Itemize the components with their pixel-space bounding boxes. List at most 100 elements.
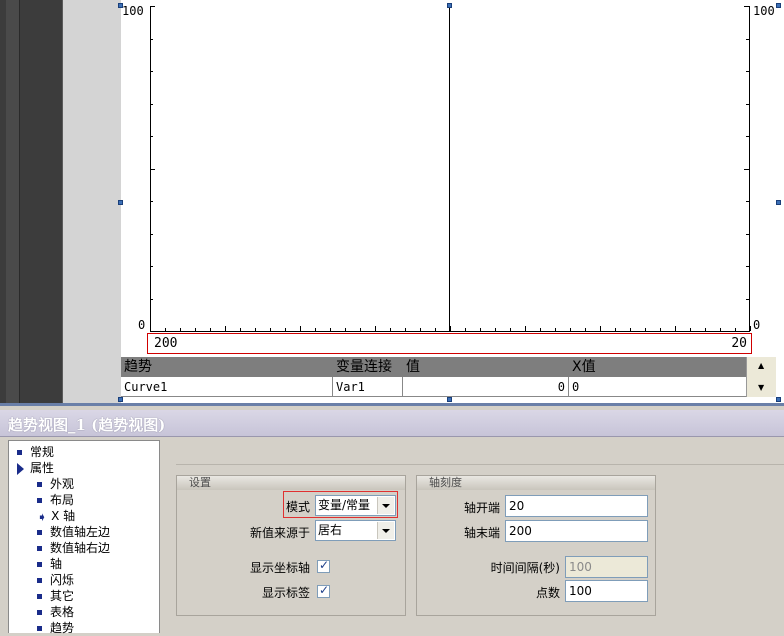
axis-start-input[interactable]: 20 xyxy=(505,495,648,517)
table-scrollbar[interactable]: ▲ ▼ xyxy=(746,357,776,397)
chevron-down-icon[interactable] xyxy=(377,497,394,514)
x-axis-tick xyxy=(525,326,526,331)
x-axis-tick xyxy=(600,326,601,331)
resize-handle[interactable] xyxy=(118,3,123,8)
expand-triangle-icon xyxy=(17,462,24,475)
x-axis-tick xyxy=(495,328,496,331)
y-axis-tick xyxy=(746,71,749,72)
column-header-x[interactable]: X值 xyxy=(569,357,746,377)
x-axis-tick xyxy=(660,328,661,331)
axis-scale-group-title: 轴刻度 xyxy=(417,476,655,490)
x-axis-tick xyxy=(180,328,181,331)
nav-item[interactable]: 闪烁 xyxy=(37,572,74,588)
x-axis-tick xyxy=(150,326,151,331)
bullet-icon xyxy=(17,450,22,455)
x-axis-tick xyxy=(255,328,256,331)
show-axis-label: 显示坐标轴 xyxy=(249,561,310,575)
nav-item[interactable]: 其它 xyxy=(37,588,74,604)
resize-handle[interactable] xyxy=(118,200,123,205)
x-axis-tick xyxy=(420,328,421,331)
resize-handle[interactable] xyxy=(776,3,781,8)
x-axis-tick xyxy=(195,328,196,331)
points-label: 点数 xyxy=(535,586,560,600)
nav-item[interactable]: 表格 xyxy=(37,604,74,620)
x-axis-tick xyxy=(435,328,436,331)
x-axis-tick xyxy=(690,328,691,331)
nav-item[interactable]: 数值轴右边 xyxy=(37,540,110,556)
x-axis-tick xyxy=(210,328,211,331)
show-label-checkbox[interactable] xyxy=(317,583,330,598)
nav-item[interactable]: 属性 xyxy=(17,460,54,476)
column-header-value[interactable]: 值 xyxy=(403,357,571,377)
points-input[interactable]: 100 xyxy=(565,580,648,602)
y-axis-tick xyxy=(744,169,749,170)
x-axis-tick xyxy=(630,328,631,331)
x-axis-tick xyxy=(735,328,736,331)
resize-handle[interactable] xyxy=(447,3,452,8)
nav-item-label: 表格 xyxy=(50,605,75,619)
nav-item[interactable]: 布局 xyxy=(37,492,74,508)
x-axis-tick xyxy=(540,328,541,331)
axis-end-input[interactable]: 200 xyxy=(505,520,648,542)
x-axis-tick xyxy=(615,328,616,331)
x-axis-label-area: 200 20 xyxy=(147,333,752,354)
x-axis-right-label: 20 xyxy=(731,336,747,351)
nav-item-label: 闪烁 xyxy=(50,573,75,587)
center-line xyxy=(449,6,450,332)
nav-item[interactable]: 轴 xyxy=(37,556,62,572)
x-axis-tick xyxy=(750,326,751,331)
source-select[interactable]: 居右 xyxy=(315,520,396,541)
nav-item[interactable]: 常规 xyxy=(17,444,54,460)
nav-item[interactable]: 外观 xyxy=(37,476,74,492)
x-axis-line xyxy=(150,331,750,332)
properties-title-bar: 趋势视图_1 (趋势视图) xyxy=(0,410,784,437)
x-axis-tick xyxy=(510,328,511,331)
editor-margin xyxy=(63,0,121,406)
y-axis-tick xyxy=(746,234,749,235)
x-axis-tick xyxy=(375,326,376,331)
bullet-icon xyxy=(37,530,42,535)
axis-start-label: 轴开端 xyxy=(463,501,500,515)
column-header-trend[interactable]: 趋势 xyxy=(121,357,333,377)
cell-x: 0 xyxy=(572,380,580,394)
source-select-value: 居右 xyxy=(318,523,343,537)
mode-select-value: 变量/常量 xyxy=(318,498,371,512)
resize-handle[interactable] xyxy=(447,397,452,402)
resize-handle[interactable] xyxy=(776,200,781,205)
selected-arrow-icon: ➧ xyxy=(37,509,48,524)
y-axis-tick xyxy=(746,136,749,137)
y-axis-tick xyxy=(150,201,153,202)
x-axis-tick xyxy=(675,326,676,331)
resize-handle[interactable] xyxy=(118,397,123,402)
y-axis-tick xyxy=(150,71,153,72)
scroll-down-icon[interactable]: ▼ xyxy=(758,383,764,392)
nav-item[interactable]: 数值轴左边 xyxy=(37,524,110,540)
x-axis-left-label: 200 xyxy=(154,336,178,351)
chevron-down-icon[interactable] xyxy=(377,522,394,539)
y-axis-tick xyxy=(150,234,153,235)
editor-divider xyxy=(0,403,784,406)
resize-handle[interactable] xyxy=(776,397,781,402)
x-axis-tick xyxy=(405,328,406,331)
column-header-var[interactable]: 变量连接 xyxy=(333,357,403,377)
cell-var: Var1 xyxy=(333,377,403,397)
y-axis-tick xyxy=(744,331,749,332)
show-axis-checkbox[interactable] xyxy=(317,558,330,573)
scroll-up-icon[interactable]: ▲ xyxy=(758,361,764,370)
nav-item[interactable]: ➧ X 轴 xyxy=(37,508,75,525)
bullet-icon xyxy=(37,498,42,503)
interval-input[interactable]: 100 xyxy=(565,556,648,578)
properties-title: 趋势视图_1 (趋势视图) xyxy=(8,416,166,434)
nav-item[interactable]: 趋势 xyxy=(37,620,74,636)
x-axis-tick xyxy=(360,328,361,331)
y-left-top-label: 100 xyxy=(122,4,144,18)
settings-group-title: 设置 xyxy=(177,476,405,490)
y-right-top-label: 100 xyxy=(753,4,775,18)
bullet-icon xyxy=(37,610,42,615)
nav-item-label: 属性 xyxy=(30,461,55,475)
mode-select[interactable]: 变量/常量 xyxy=(315,495,396,516)
x-axis-tick xyxy=(240,328,241,331)
cell-trend: Curve1 xyxy=(121,377,333,397)
x-axis-tick xyxy=(330,328,331,331)
table-row[interactable]: Curve1 Var1 0 0 xyxy=(121,377,746,397)
